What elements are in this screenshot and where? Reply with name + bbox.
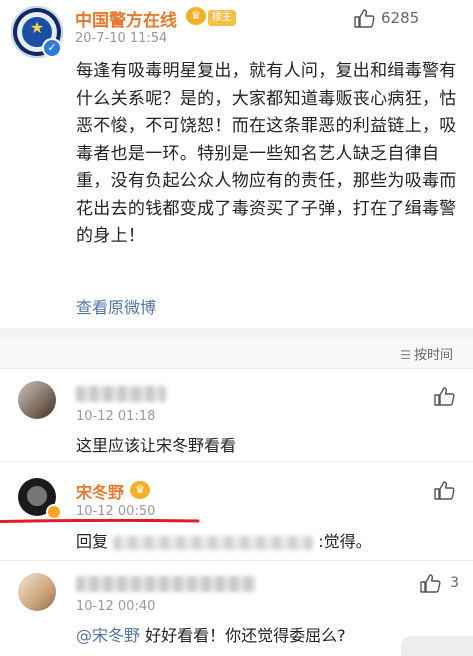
comment-like-count: 3 (450, 575, 459, 591)
thumb-up-icon[interactable] (433, 386, 455, 406)
blurred-reply-target (113, 535, 314, 550)
mention-link[interactable]: @宋冬野 (76, 626, 140, 645)
comment-text: @宋冬野 好好看看！你还觉得委屈么? (76, 622, 346, 646)
thumb-up-icon[interactable] (433, 480, 455, 500)
sort-label: 按时间 (413, 348, 453, 363)
section-divider (0, 328, 473, 338)
comment-item: 10-12 01:18 这里应该让宋冬野看看 (0, 369, 473, 462)
crown-icon: ♛ (186, 7, 206, 25)
comment-text: 这里应该让宋冬野看看 (76, 436, 237, 455)
op-badge: 楼主 (208, 10, 236, 26)
view-original-link[interactable]: 查看原微博 (76, 294, 156, 318)
verified-check-icon: ✓ (42, 38, 62, 58)
post-author-name[interactable]: 中国警方在线 (75, 6, 177, 31)
comment-timestamp: 10-12 01:18 (76, 409, 156, 424)
post-body-text: 每逢有吸毒明星复出，就有人问，复出和缉毒警有什么关系呢？是的，大家都知道毒贩丧心… (76, 61, 457, 246)
comments-toolbar: ☰ 按时间 (0, 338, 473, 369)
sort-lines-icon: ☰ (400, 348, 411, 362)
thumb-up-icon[interactable] (419, 573, 441, 593)
watermark-overlay (401, 636, 473, 656)
sort-by-time-button[interactable]: ☰ 按时间 (400, 344, 453, 363)
reply-suffix: :觉得。 (318, 532, 372, 551)
red-highlight-underline (0, 519, 200, 523)
crown-icon: ♛ (130, 481, 150, 499)
verified-badge-icon (46, 504, 62, 520)
commenter-avatar[interactable] (18, 573, 56, 611)
commenter-name[interactable]: 宋冬野 (76, 479, 124, 503)
post-like-count: 6285 (381, 9, 420, 27)
comment-reply-text: 回复 :觉得。 (76, 528, 372, 552)
weibo-post: ★ ✓ 中国警方在线 ♛ 楼主 20-7-10 11:54 6285 每逢有吸毒… (0, 0, 473, 330)
reply-prefix: 回复 (76, 532, 109, 551)
comment-timestamp: 10-12 00:40 (76, 599, 156, 614)
blurred-username (76, 386, 166, 402)
commenter-avatar[interactable] (18, 381, 56, 419)
comment-body: 好好看看！你还觉得委屈么? (140, 626, 346, 645)
comment-item: 宋冬野 ♛ 10-12 00:50 回复 :觉得。 (0, 462, 473, 561)
thumb-up-icon[interactable] (353, 8, 375, 28)
comment-timestamp: 10-12 00:50 (76, 504, 156, 519)
star-icon: ★ (29, 18, 45, 37)
post-timestamp: 20-7-10 11:54 (75, 31, 168, 46)
blurred-username (76, 576, 256, 592)
